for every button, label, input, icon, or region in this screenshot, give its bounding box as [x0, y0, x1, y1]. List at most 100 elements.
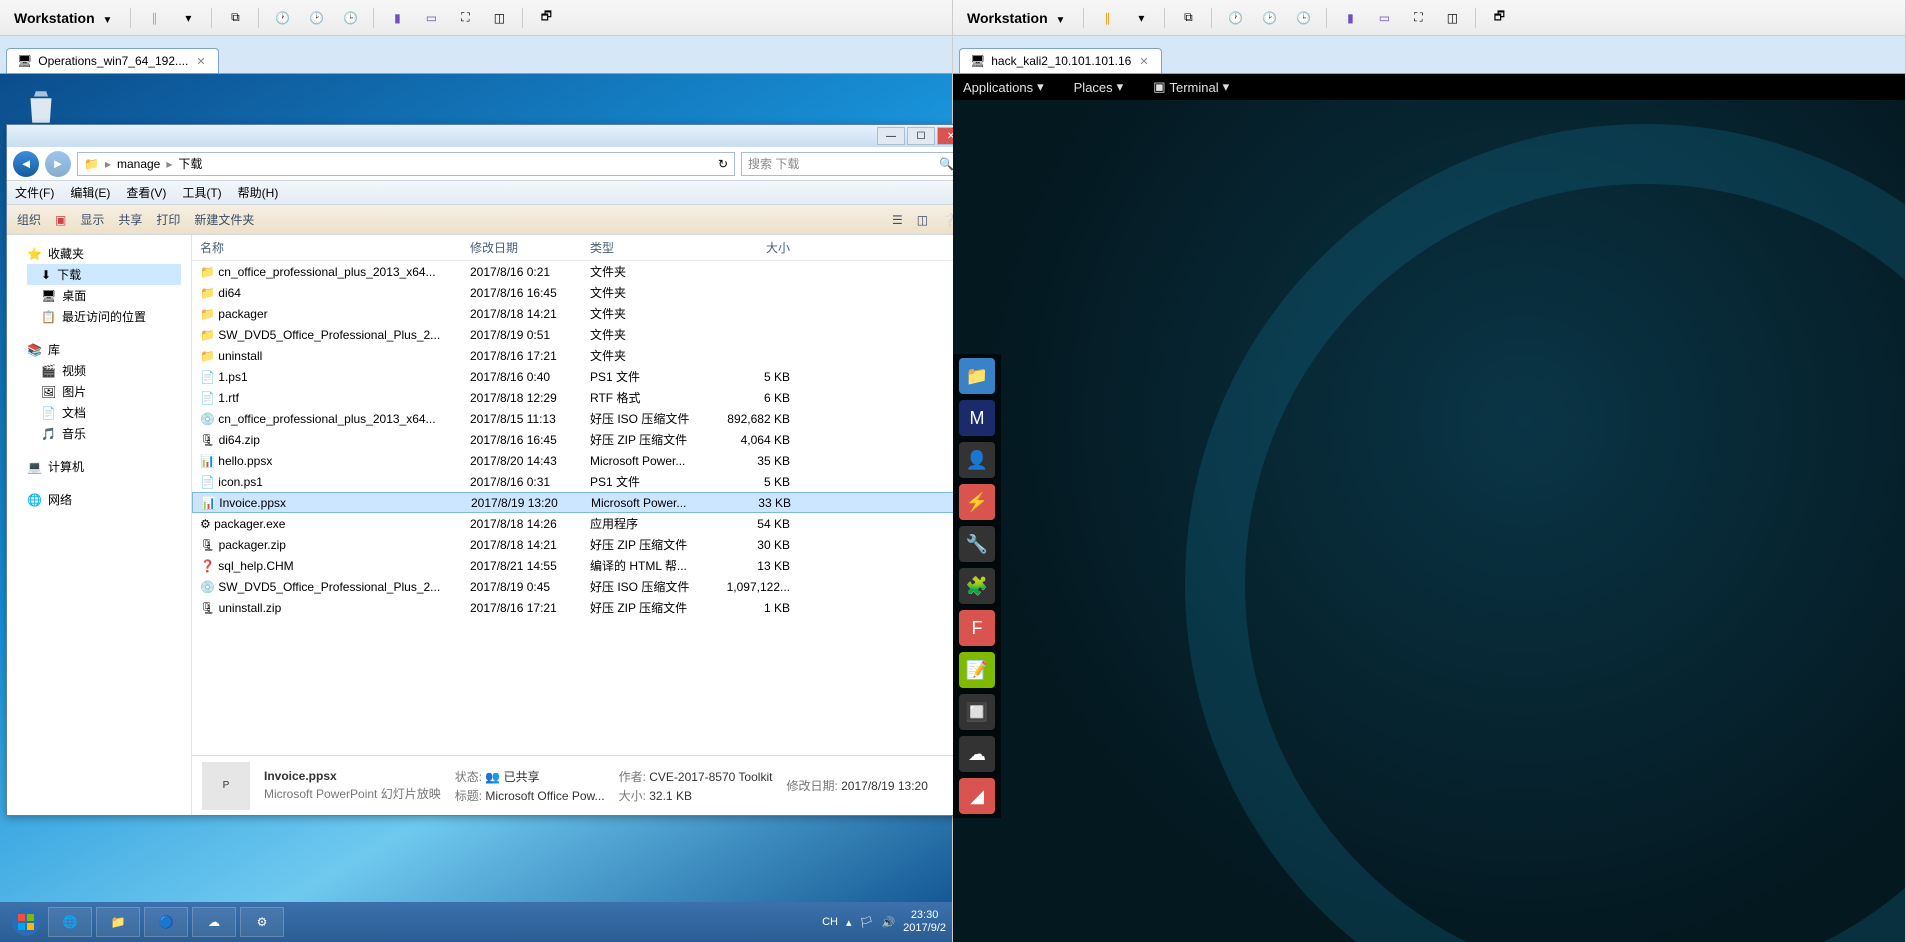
organize-button[interactable]: 组织 [17, 211, 41, 228]
menu-help[interactable]: 帮助(H) [238, 184, 279, 201]
clock2-icon[interactable]: 🕑 [305, 7, 327, 29]
file-row[interactable]: 🗜 uninstall.zip2017/8/16 17:21好压 ZIP 压缩文… [192, 597, 967, 618]
dock-files[interactable]: 📁 [959, 358, 995, 394]
snapshot-icon[interactable]: ⧉ [1177, 7, 1199, 29]
file-row[interactable]: 📄 icon.ps12017/8/16 0:31PS1 文件5 KB [192, 471, 967, 492]
breadcrumb-downloads[interactable]: 下载 [178, 155, 202, 172]
taskbar-app3[interactable]: ⚙ [240, 907, 284, 937]
dock-metasploit[interactable]: M [959, 400, 995, 436]
flag-icon[interactable]: 🏳 [860, 916, 874, 929]
pause-icon[interactable]: ∥ [1096, 7, 1118, 29]
dropdown-icon[interactable]: ▾ [1130, 7, 1152, 29]
column-type[interactable]: 类型 [590, 239, 720, 256]
forward-button[interactable]: ► [45, 151, 71, 177]
sidebar-item-documents[interactable]: 📄文档 [27, 402, 181, 423]
file-row[interactable]: 📁 packager2017/8/18 14:21文件夹 [192, 303, 967, 324]
sidebar-item-videos[interactable]: 🎬视频 [27, 360, 181, 381]
vm-tab-kali[interactable]: 🖥 hack_kali2_10.101.101.16 ✕ [959, 48, 1162, 73]
dock-burp[interactable]: ⚡ [959, 484, 995, 520]
sidebar-item-desktop[interactable]: 🖥桌面 [27, 285, 181, 306]
taskbar-clock[interactable]: 23:30 2017/9/2 [903, 909, 946, 935]
dock-app3[interactable]: 🔲 [959, 694, 995, 730]
preview-pane-icon[interactable]: ◫ [917, 213, 928, 227]
snapshot-icon[interactable]: ⧉ [224, 7, 246, 29]
print-button[interactable]: 打印 [156, 211, 180, 228]
unity-icon[interactable]: ◫ [488, 7, 510, 29]
dock-faraday[interactable]: F [959, 610, 995, 646]
menu-file[interactable]: 文件(F) [15, 184, 54, 201]
refresh-icon[interactable]: ↻ [718, 157, 728, 171]
view1-icon[interactable]: ▮ [1339, 7, 1361, 29]
sidebar-item-downloads[interactable]: ⬇下载 [27, 264, 181, 285]
file-row[interactable]: 📁 SW_DVD5_Office_Professional_Plus_2...2… [192, 324, 967, 345]
workstation-menu[interactable]: Workstation ▼ [961, 8, 1071, 28]
file-row[interactable]: 📄 1.ps12017/8/16 0:40PS1 文件5 KB [192, 366, 967, 387]
view1-icon[interactable]: ▮ [386, 7, 408, 29]
file-row[interactable]: 📊 hello.ppsx2017/8/20 14:43Microsoft Pow… [192, 450, 967, 471]
file-row[interactable]: 💿 SW_DVD5_Office_Professional_Plus_2...2… [192, 576, 967, 597]
pause-icon[interactable]: ∥ [143, 7, 165, 29]
dock-app1[interactable]: 🔧 [959, 526, 995, 562]
dock-app4[interactable]: ☁ [959, 736, 995, 772]
show-button[interactable]: 显示 [80, 211, 104, 228]
file-row[interactable]: ❓ sql_help.CHM2017/8/21 14:55编译的 HTML 帮.… [192, 555, 967, 576]
sidebar-item-pictures[interactable]: 🖼图片 [27, 381, 181, 402]
taskbar-app1[interactable]: 🔵 [144, 907, 188, 937]
fullscreen-icon[interactable]: ⛶ [1407, 7, 1429, 29]
sidebar-item-music[interactable]: 🎵音乐 [27, 423, 181, 444]
clock-icon[interactable]: 🕐 [1224, 7, 1246, 29]
close-icon[interactable]: ✕ [194, 55, 207, 68]
file-row[interactable]: 🗜 packager.zip2017/8/18 14:21好压 ZIP 压缩文件… [192, 534, 967, 555]
file-row[interactable]: 💿 cn_office_professional_plus_2013_x64..… [192, 408, 967, 429]
file-row[interactable]: 📁 uninstall2017/8/16 17:21文件夹 [192, 345, 967, 366]
clock2-icon[interactable]: 🕑 [1258, 7, 1280, 29]
file-row[interactable]: 📁 cn_office_professional_plus_2013_x64..… [192, 261, 967, 282]
column-date[interactable]: 修改日期 [470, 239, 590, 256]
taskbar-ie[interactable]: 🌐 [48, 907, 92, 937]
maximize-button[interactable]: ☐ [907, 127, 935, 145]
sidebar-item-recent[interactable]: 📋最近访问的位置 [27, 306, 181, 327]
view-options-icon[interactable]: ☰ [892, 213, 903, 227]
close-icon[interactable]: ✕ [1137, 55, 1150, 68]
file-row[interactable]: 🗜 di64.zip2017/8/16 16:45好压 ZIP 压缩文件4,06… [192, 429, 967, 450]
file-row[interactable]: 📄 1.rtf2017/8/18 12:29RTF 格式6 KB [192, 387, 967, 408]
menu-edit[interactable]: 编辑(E) [70, 184, 110, 201]
language-indicator[interactable]: CH [822, 916, 838, 928]
dropdown-icon[interactable]: ▾ [177, 7, 199, 29]
taskbar-explorer[interactable]: 📁 [96, 907, 140, 937]
file-row[interactable]: 📁 di642017/8/16 16:45文件夹 [192, 282, 967, 303]
dock-notes[interactable]: 📝 [959, 652, 995, 688]
view2-icon[interactable]: ▭ [420, 7, 442, 29]
chevron-up-icon[interactable]: ▴ [846, 916, 852, 929]
new-folder-button[interactable]: 新建文件夹 [194, 211, 254, 228]
menu-view[interactable]: 查看(V) [126, 184, 166, 201]
back-button[interactable]: ◄ [13, 151, 39, 177]
fullscreen-icon[interactable]: ⛶ [454, 7, 476, 29]
sidebar-favorites[interactable]: ⭐收藏夹 [27, 243, 181, 264]
terminal-menu[interactable]: ▣ Terminal ▾ [1153, 79, 1229, 95]
sidebar-computer[interactable]: 💻计算机 [27, 456, 181, 477]
dock-user[interactable]: 👤 [959, 442, 995, 478]
minimize-button[interactable]: — [877, 127, 905, 145]
breadcrumb-manage[interactable]: manage [117, 157, 160, 171]
dock-app5[interactable]: ◢ [959, 778, 995, 814]
workstation-menu[interactable]: Workstation ▼ [8, 8, 118, 28]
column-name[interactable]: 名称 [200, 239, 470, 256]
sidebar-network[interactable]: 🌐网络 [27, 489, 181, 510]
places-menu[interactable]: Places ▾ [1074, 79, 1124, 95]
window-icon[interactable]: 🗗 [1488, 7, 1510, 29]
clock3-icon[interactable]: 🕒 [1292, 7, 1314, 29]
applications-menu[interactable]: Applications ▾ [963, 79, 1044, 95]
clock-icon[interactable]: 🕐 [271, 7, 293, 29]
file-row[interactable]: 📊 Invoice.ppsx2017/8/19 13:20Microsoft P… [192, 492, 967, 513]
view2-icon[interactable]: ▭ [1373, 7, 1395, 29]
vm-tab-win7[interactable]: 🖥 Operations_win7_64_192.... ✕ [6, 48, 219, 73]
taskbar-app2[interactable]: ☁ [192, 907, 236, 937]
search-input[interactable]: 搜索 下载 🔍 [741, 152, 961, 176]
sidebar-libraries[interactable]: 📚库 [27, 339, 181, 360]
address-bar[interactable]: 📁 ▸ manage ▸ 下载 ↻ [77, 152, 735, 176]
unity-icon[interactable]: ◫ [1441, 7, 1463, 29]
file-row[interactable]: ⚙ packager.exe2017/8/18 14:26应用程序54 KB [192, 513, 967, 534]
clock3-icon[interactable]: 🕒 [339, 7, 361, 29]
start-button[interactable] [6, 902, 46, 942]
